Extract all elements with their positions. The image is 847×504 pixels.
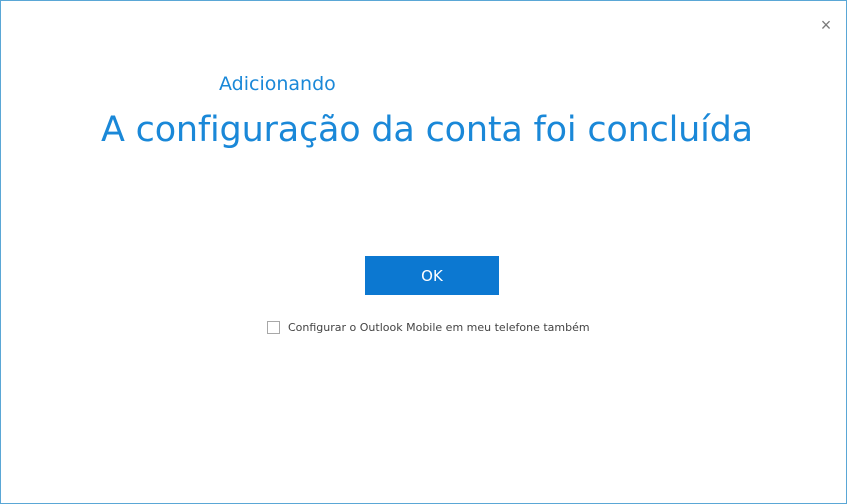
dialog-subtitle: Adicionando: [219, 73, 336, 95]
close-icon[interactable]: ×: [816, 15, 836, 35]
account-setup-dialog: × Adicionando A configuração da conta fo…: [0, 0, 847, 504]
outlook-mobile-option[interactable]: Configurar o Outlook Mobile em meu telef…: [267, 321, 590, 334]
outlook-mobile-checkbox[interactable]: [267, 321, 280, 334]
ok-button[interactable]: OK: [365, 256, 499, 295]
outlook-mobile-checkbox-label: Configurar o Outlook Mobile em meu telef…: [288, 321, 590, 334]
dialog-title: A configuração da conta foi concluída: [101, 110, 753, 150]
